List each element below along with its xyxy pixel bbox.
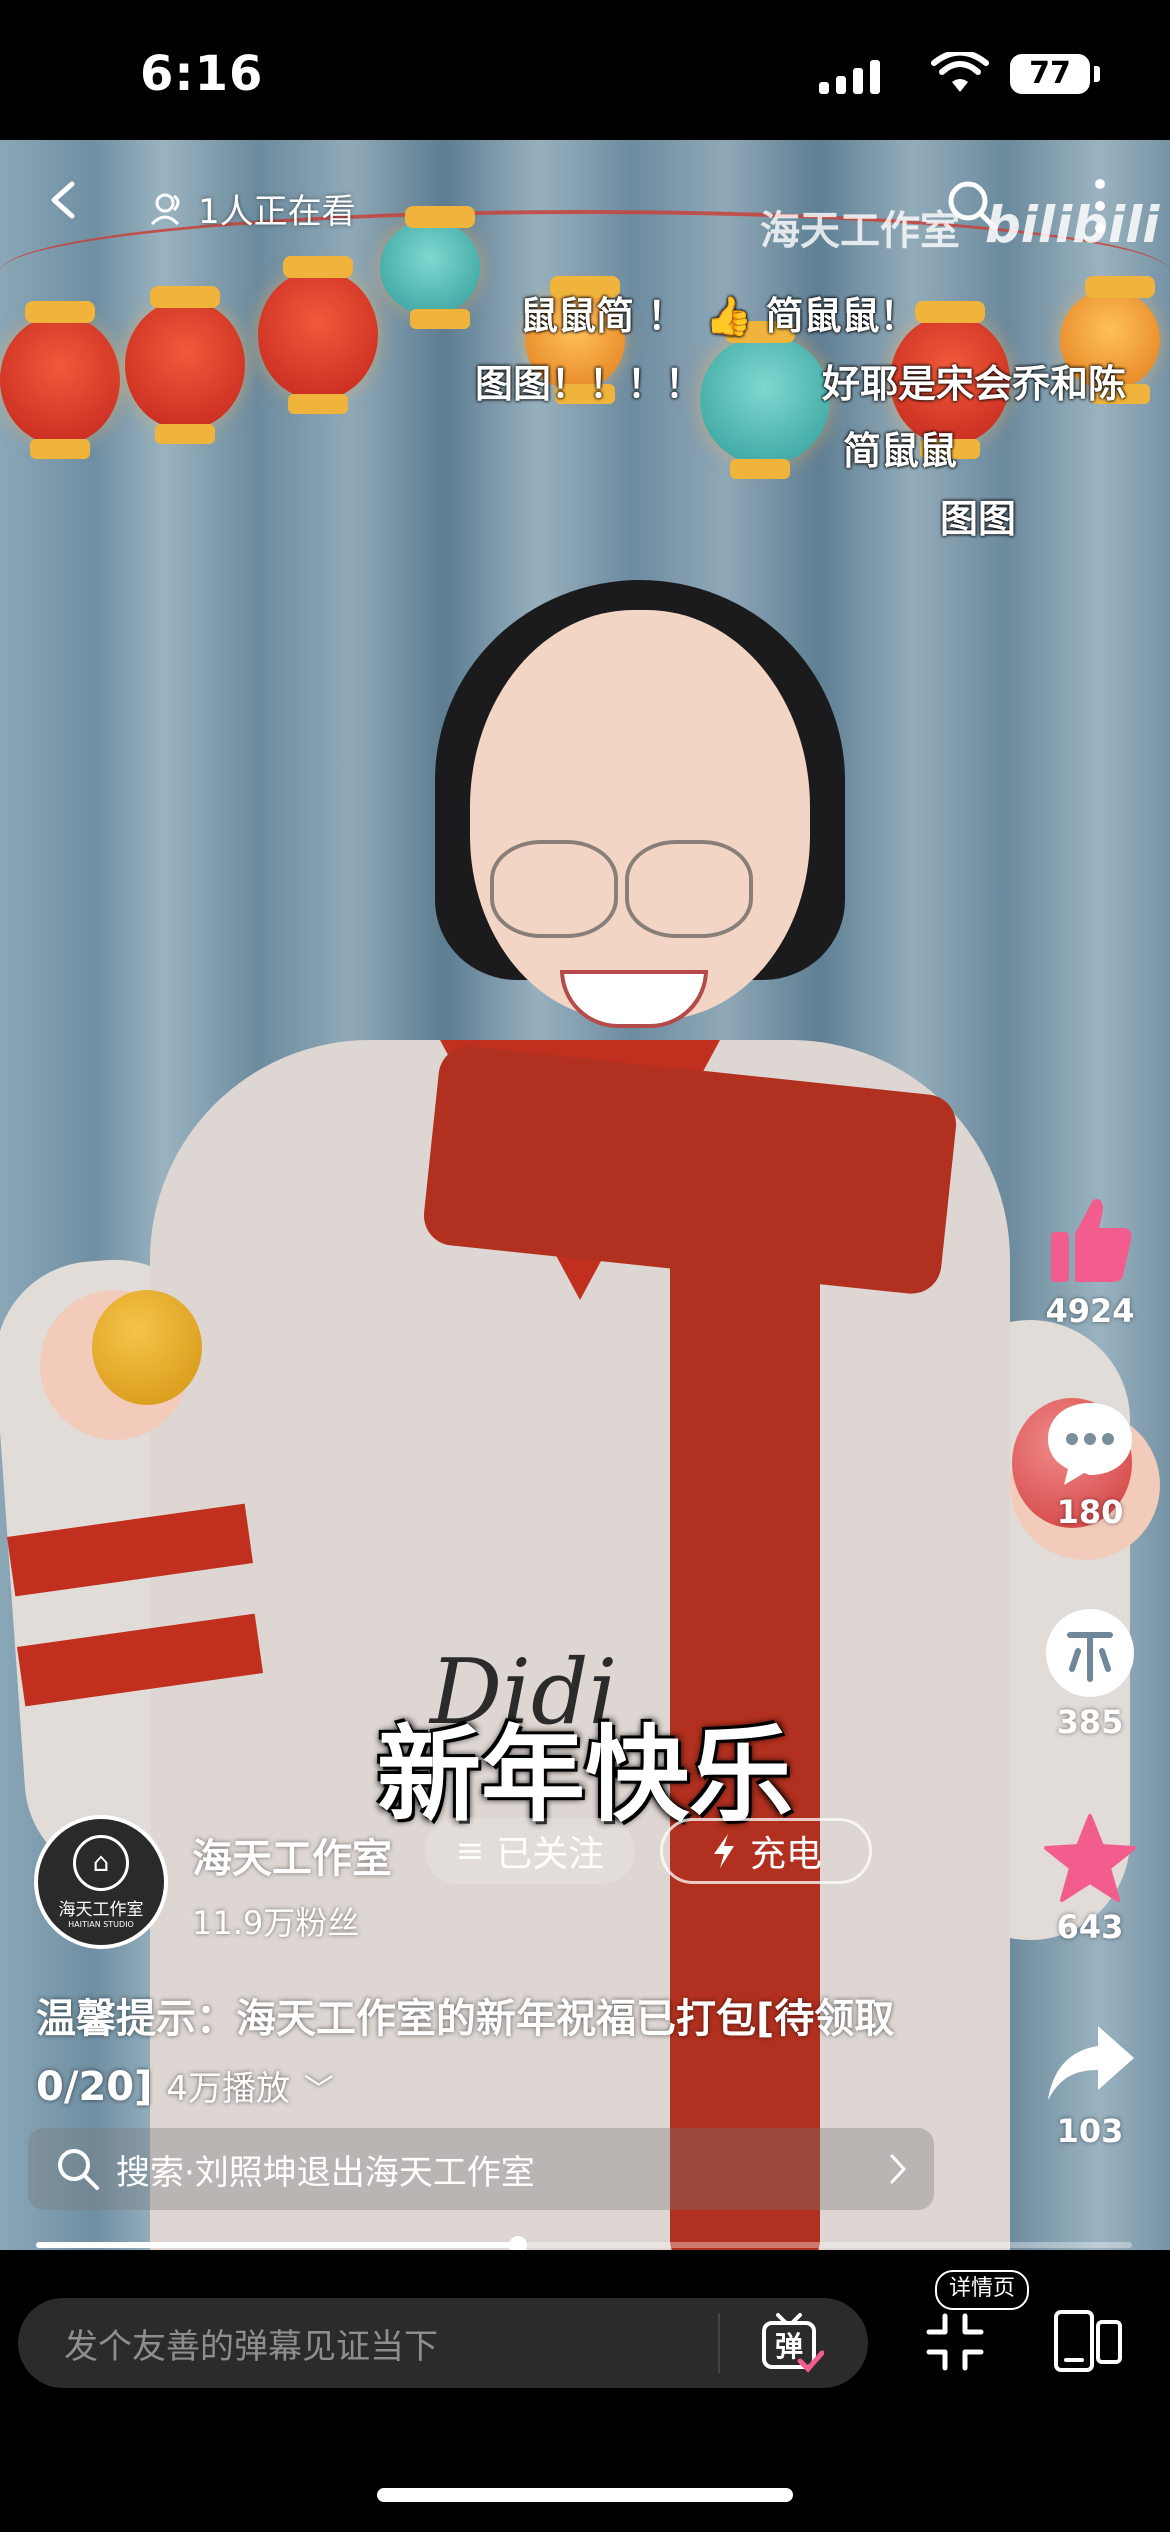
avatar-subtext: HAITIAN STUDIO bbox=[68, 1920, 134, 1929]
exit-fullscreen-icon[interactable] bbox=[925, 2312, 985, 2372]
danmaku-comment: 图图！！！！ bbox=[475, 362, 704, 406]
video-title: 温馨提示：海天工作室的新年祝福已打包[待领取0/20] bbox=[36, 1996, 895, 2110]
bottom-bar: 发个友善的弹幕见证当下 弹 详情页 bbox=[0, 2250, 1170, 2532]
charge-button[interactable]: 充电 bbox=[660, 1818, 872, 1884]
progress-fill bbox=[36, 2242, 519, 2248]
play-count: 4万播放 bbox=[166, 2069, 290, 2109]
status-bar: 6:16 77 bbox=[0, 0, 1170, 140]
danmaku-comment: 👍 简鼠鼠！ bbox=[705, 285, 918, 340]
danmaku-comment: 图图 bbox=[940, 497, 1017, 541]
danmaku-tv-icon: 弹 bbox=[762, 2313, 825, 2373]
lightning-icon bbox=[713, 1834, 734, 1868]
glasses-right bbox=[625, 840, 753, 938]
status-time: 6:16 bbox=[140, 46, 264, 102]
thumbs-up-icon bbox=[1051, 1199, 1132, 1282]
coin-icon bbox=[1046, 1609, 1134, 1697]
face bbox=[470, 610, 810, 1020]
favorite-button[interactable]: 643 bbox=[1040, 1810, 1140, 1946]
battery-icon: 77 bbox=[1010, 54, 1100, 94]
lantern-decoration bbox=[700, 321, 830, 479]
chevron-right-icon bbox=[890, 2154, 907, 2184]
like-count: 4924 bbox=[1045, 1292, 1135, 1330]
danmaku-comment: 简鼠鼠 bbox=[843, 429, 958, 473]
viewer-count: 1人正在看 bbox=[150, 184, 356, 233]
portrait-mode-icon[interactable] bbox=[1052, 2308, 1124, 2374]
danmaku-comment: 鼠鼠简 ！ bbox=[520, 294, 686, 338]
search-icon[interactable] bbox=[945, 178, 999, 232]
chevron-down-icon[interactable]: ﹀ bbox=[304, 2073, 334, 2108]
share-icon bbox=[1048, 2026, 1134, 2100]
video-player[interactable]: Didi 鼠鼠简 ！ 👍 简鼠鼠！ 图图！！！！ 好耶是宋会乔和陈 简鼠鼠 图图… bbox=[0, 140, 1170, 2250]
danmaku-placeholder: 发个友善的弹幕见证当下 bbox=[64, 2326, 438, 2367]
progress-bar[interactable] bbox=[36, 2236, 1132, 2254]
danmaku-glyph: 弹 bbox=[775, 2330, 803, 2363]
danmaku-settings-button[interactable]: 弹 bbox=[760, 2311, 825, 2375]
uploader-avatar[interactable]: ⌂ 海天工作室 HAITIAN STUDIO bbox=[34, 1815, 168, 1949]
lantern-decoration bbox=[125, 286, 245, 444]
share-button[interactable]: 103 bbox=[1040, 2020, 1140, 2150]
search-icon bbox=[58, 2149, 99, 2190]
glasses-left bbox=[490, 840, 618, 938]
lantern-decoration bbox=[258, 256, 378, 414]
comment-button[interactable]: 180 bbox=[1040, 1395, 1140, 1531]
coin-button[interactable]: 385 bbox=[1040, 1605, 1140, 1741]
smile bbox=[560, 970, 708, 1028]
comment-count: 180 bbox=[1056, 1493, 1124, 1531]
charge-label: 充电 bbox=[749, 1834, 822, 1875]
search-suggestion[interactable]: 搜索·刘照坤退出海天工作室 bbox=[28, 2128, 934, 2210]
channel-watermark: 海天工作室 bbox=[760, 208, 960, 254]
danmaku-input[interactable]: 发个友善的弹幕见证当下 弹 bbox=[18, 2298, 868, 2388]
viewer-count-text: 1人正在看 bbox=[198, 192, 356, 232]
back-arrow-icon[interactable] bbox=[44, 180, 84, 220]
danmaku-comment: 好耶是宋会乔和陈 bbox=[822, 362, 1127, 406]
viewers-icon bbox=[150, 193, 180, 225]
lantern-decoration bbox=[0, 301, 120, 459]
followed-button[interactable]: ≡ 已关注 bbox=[425, 1818, 635, 1884]
search-suggestion-text: 搜索·刘照坤退出海天工作室 bbox=[116, 2152, 535, 2193]
like-button[interactable]: 4924 bbox=[1040, 1190, 1140, 1330]
coin-count: 385 bbox=[1056, 1703, 1124, 1741]
home-indicator[interactable] bbox=[377, 2488, 793, 2502]
cellular-signal-icon bbox=[819, 60, 880, 94]
input-divider bbox=[718, 2313, 720, 2373]
favorite-count: 643 bbox=[1056, 1908, 1124, 1946]
studio-logo-icon: ⌂ bbox=[73, 1835, 129, 1891]
video-description[interactable]: 温馨提示：海天工作室的新年祝福已打包[待领取0/20] 4万播放 ﹀ bbox=[36, 1985, 1006, 2125]
bilibili-logo: bilibili bbox=[985, 196, 1160, 254]
lantern-decoration bbox=[380, 206, 480, 329]
avatar-text: 海天工作室 bbox=[58, 1900, 144, 1920]
more-options-icon[interactable] bbox=[1090, 176, 1110, 236]
detail-page-tag: 详情页 bbox=[935, 2270, 1030, 2310]
followed-label: 已关注 bbox=[496, 1834, 605, 1875]
share-count: 103 bbox=[1056, 2112, 1124, 2150]
comment-icon bbox=[1048, 1403, 1132, 1485]
thumbs-up-icon: 👍 bbox=[705, 294, 753, 338]
menu-lines-icon: ≡ bbox=[455, 1831, 485, 1871]
danmaku-text: 简鼠鼠！ bbox=[765, 294, 918, 338]
star-icon bbox=[1044, 1814, 1136, 1902]
fan-count: 11.9万粉丝 bbox=[192, 1904, 360, 1942]
wifi-icon bbox=[931, 52, 989, 92]
orange bbox=[92, 1290, 202, 1405]
uploader-name[interactable]: 海天工作室 bbox=[192, 1826, 392, 1884]
